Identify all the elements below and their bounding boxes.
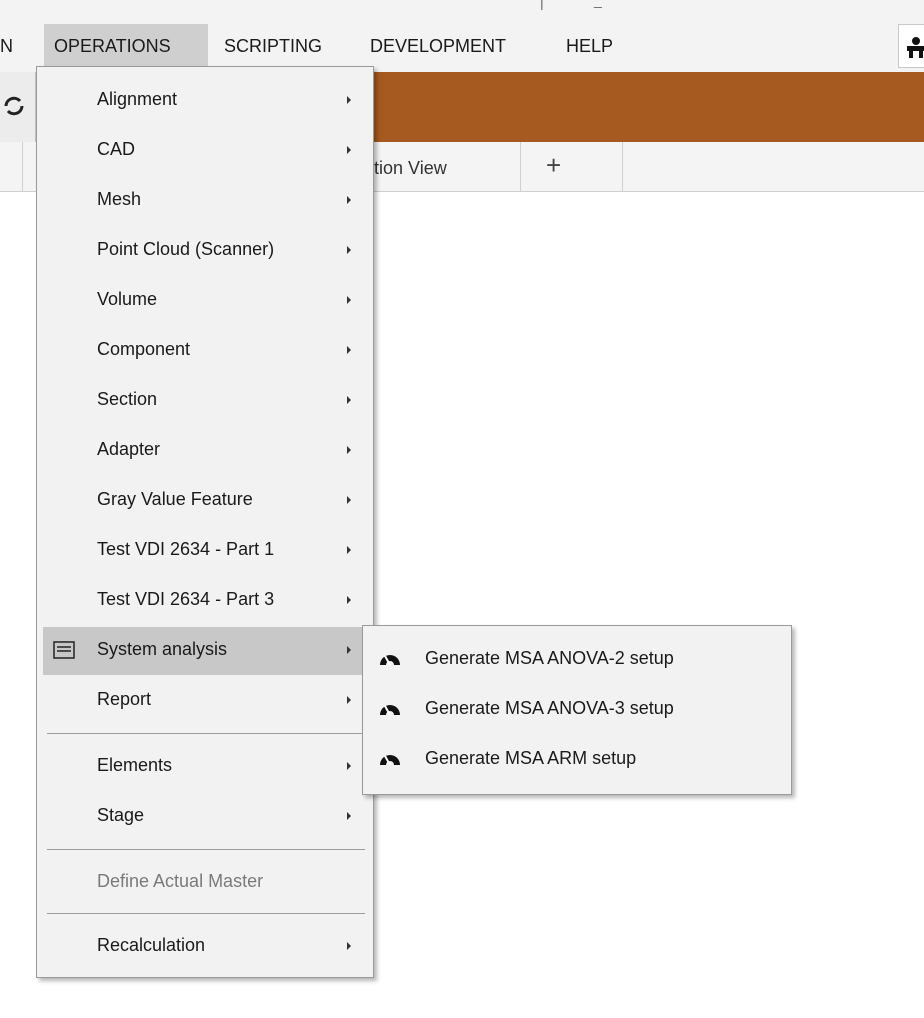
menu-item-label: Alignment: [97, 89, 178, 109]
gauge-icon: [380, 755, 400, 766]
submenu-arrow-icon: [347, 646, 351, 654]
menu-item-label: Section: [97, 389, 158, 409]
submenu-item-label: Generate MSA ANOVA-3 setup: [425, 698, 674, 718]
user-icon: [907, 37, 924, 58]
submenu-item-msa-arm[interactable]: Generate MSA ARM setup: [369, 736, 787, 784]
menu-item-alignment[interactable]: Alignment: [43, 77, 367, 125]
tab-selection-view[interactable]: tion View: [374, 158, 447, 179]
menu-item-label: Component: [97, 339, 191, 359]
menu-item-stage[interactable]: Stage: [43, 793, 367, 841]
menu-development[interactable]: DEVELOPMENT: [360, 24, 516, 72]
menu-item-label: CAD: [97, 139, 136, 159]
submenu-arrow-icon: [347, 146, 351, 154]
submenu-item-label: Generate MSA ANOVA-2 setup: [425, 648, 674, 668]
menu-item-component[interactable]: Component: [43, 327, 367, 375]
menu-item-label: Recalculation: [97, 935, 206, 955]
submenu-arrow-icon: [347, 196, 351, 204]
menu-item-label: Mesh: [97, 189, 142, 209]
refresh-icon: [4, 96, 24, 116]
menu-item-label: Gray Value Feature: [97, 489, 253, 509]
menu-item-label: Adapter: [97, 439, 161, 459]
menu-divider: [47, 849, 365, 850]
menu-item-system-analysis[interactable]: System analysis: [43, 627, 367, 675]
menu-item-mesh[interactable]: Mesh: [43, 177, 367, 225]
submenu-arrow-icon: [347, 296, 351, 304]
title-fragment-right: _: [594, 0, 602, 8]
menu-item-label: Report: [97, 689, 152, 709]
submenu-arrow-icon: [347, 346, 351, 354]
menu-item-label: Elements: [97, 755, 173, 775]
tab-separator: [22, 142, 23, 192]
menu-item-label: Test VDI 2634 - Part 3: [97, 589, 275, 609]
menu-item-define-actual-master: Define Actual Master: [43, 859, 367, 907]
menu-item-label: System analysis: [97, 639, 228, 659]
user-button[interactable]: [898, 24, 924, 68]
submenu-item-label: Generate MSA ARM setup: [425, 748, 637, 768]
menu-item-gray-value-feature[interactable]: Gray Value Feature: [43, 477, 367, 525]
menu-item-section[interactable]: Section: [43, 377, 367, 425]
menu-operations[interactable]: OPERATIONS: [44, 24, 208, 72]
menu-item-test-vdi-part3[interactable]: Test VDI 2634 - Part 3: [43, 577, 367, 625]
submenu-arrow-icon: [347, 942, 351, 950]
menu-item-label: Test VDI 2634 - Part 1: [97, 539, 275, 559]
menu-divider: [47, 913, 365, 914]
operations-dropdown: Alignment CAD Mesh Point Cloud (Scanner)…: [36, 66, 374, 978]
menu-bar: | _ N OPERATIONS SCRIPTING DEVELOPMENT H…: [0, 0, 924, 72]
menu-item-adapter[interactable]: Adapter: [43, 427, 367, 475]
system-analysis-submenu: Generate MSA ANOVA-2 setup Generate MSA …: [362, 625, 792, 795]
menu-item-test-vdi-part1[interactable]: Test VDI 2634 - Part 1: [43, 527, 367, 575]
menu-item-elements[interactable]: Elements: [43, 743, 367, 791]
menu-item-n[interactable]: N: [0, 24, 23, 72]
submenu-arrow-icon: [347, 812, 351, 820]
menu-item-label: Point Cloud (Scanner): [97, 239, 275, 259]
submenu-arrow-icon: [347, 596, 351, 604]
submenu-arrow-icon: [347, 546, 351, 554]
menu-item-recalculation[interactable]: Recalculation: [43, 923, 367, 971]
menu-item-label: Stage: [97, 805, 145, 825]
submenu-item-msa-anova2[interactable]: Generate MSA ANOVA-2 setup: [369, 636, 787, 684]
add-tab-button[interactable]: +: [546, 150, 561, 181]
gauge-icon: [380, 705, 400, 716]
menu-item-label: Volume: [97, 289, 158, 309]
gauge-icon: [380, 655, 400, 666]
menu-help[interactable]: HELP: [556, 24, 623, 72]
menu-item-volume[interactable]: Volume: [43, 277, 367, 325]
submenu-arrow-icon: [347, 446, 351, 454]
submenu-arrow-icon: [347, 246, 351, 254]
menu-item-label: Define Actual Master: [97, 871, 264, 891]
ribbon-side-button[interactable]: [0, 72, 36, 142]
menu-divider: [47, 733, 365, 734]
menu-item-report[interactable]: Report: [43, 677, 367, 725]
tab-separator: [622, 142, 623, 192]
submenu-arrow-icon: [347, 496, 351, 504]
submenu-arrow-icon: [347, 96, 351, 104]
menu-scripting[interactable]: SCRIPTING: [214, 24, 332, 72]
submenu-arrow-icon: [347, 696, 351, 704]
submenu-arrow-icon: [347, 762, 351, 770]
title-fragment-left: |: [540, 0, 544, 10]
tab-separator: [520, 142, 521, 192]
submenu-item-msa-anova3[interactable]: Generate MSA ANOVA-3 setup: [369, 686, 787, 734]
submenu-arrow-icon: [347, 396, 351, 404]
menu-item-cad[interactable]: CAD: [43, 127, 367, 175]
window-icon: [53, 641, 75, 659]
menu-item-point-cloud[interactable]: Point Cloud (Scanner): [43, 227, 367, 275]
